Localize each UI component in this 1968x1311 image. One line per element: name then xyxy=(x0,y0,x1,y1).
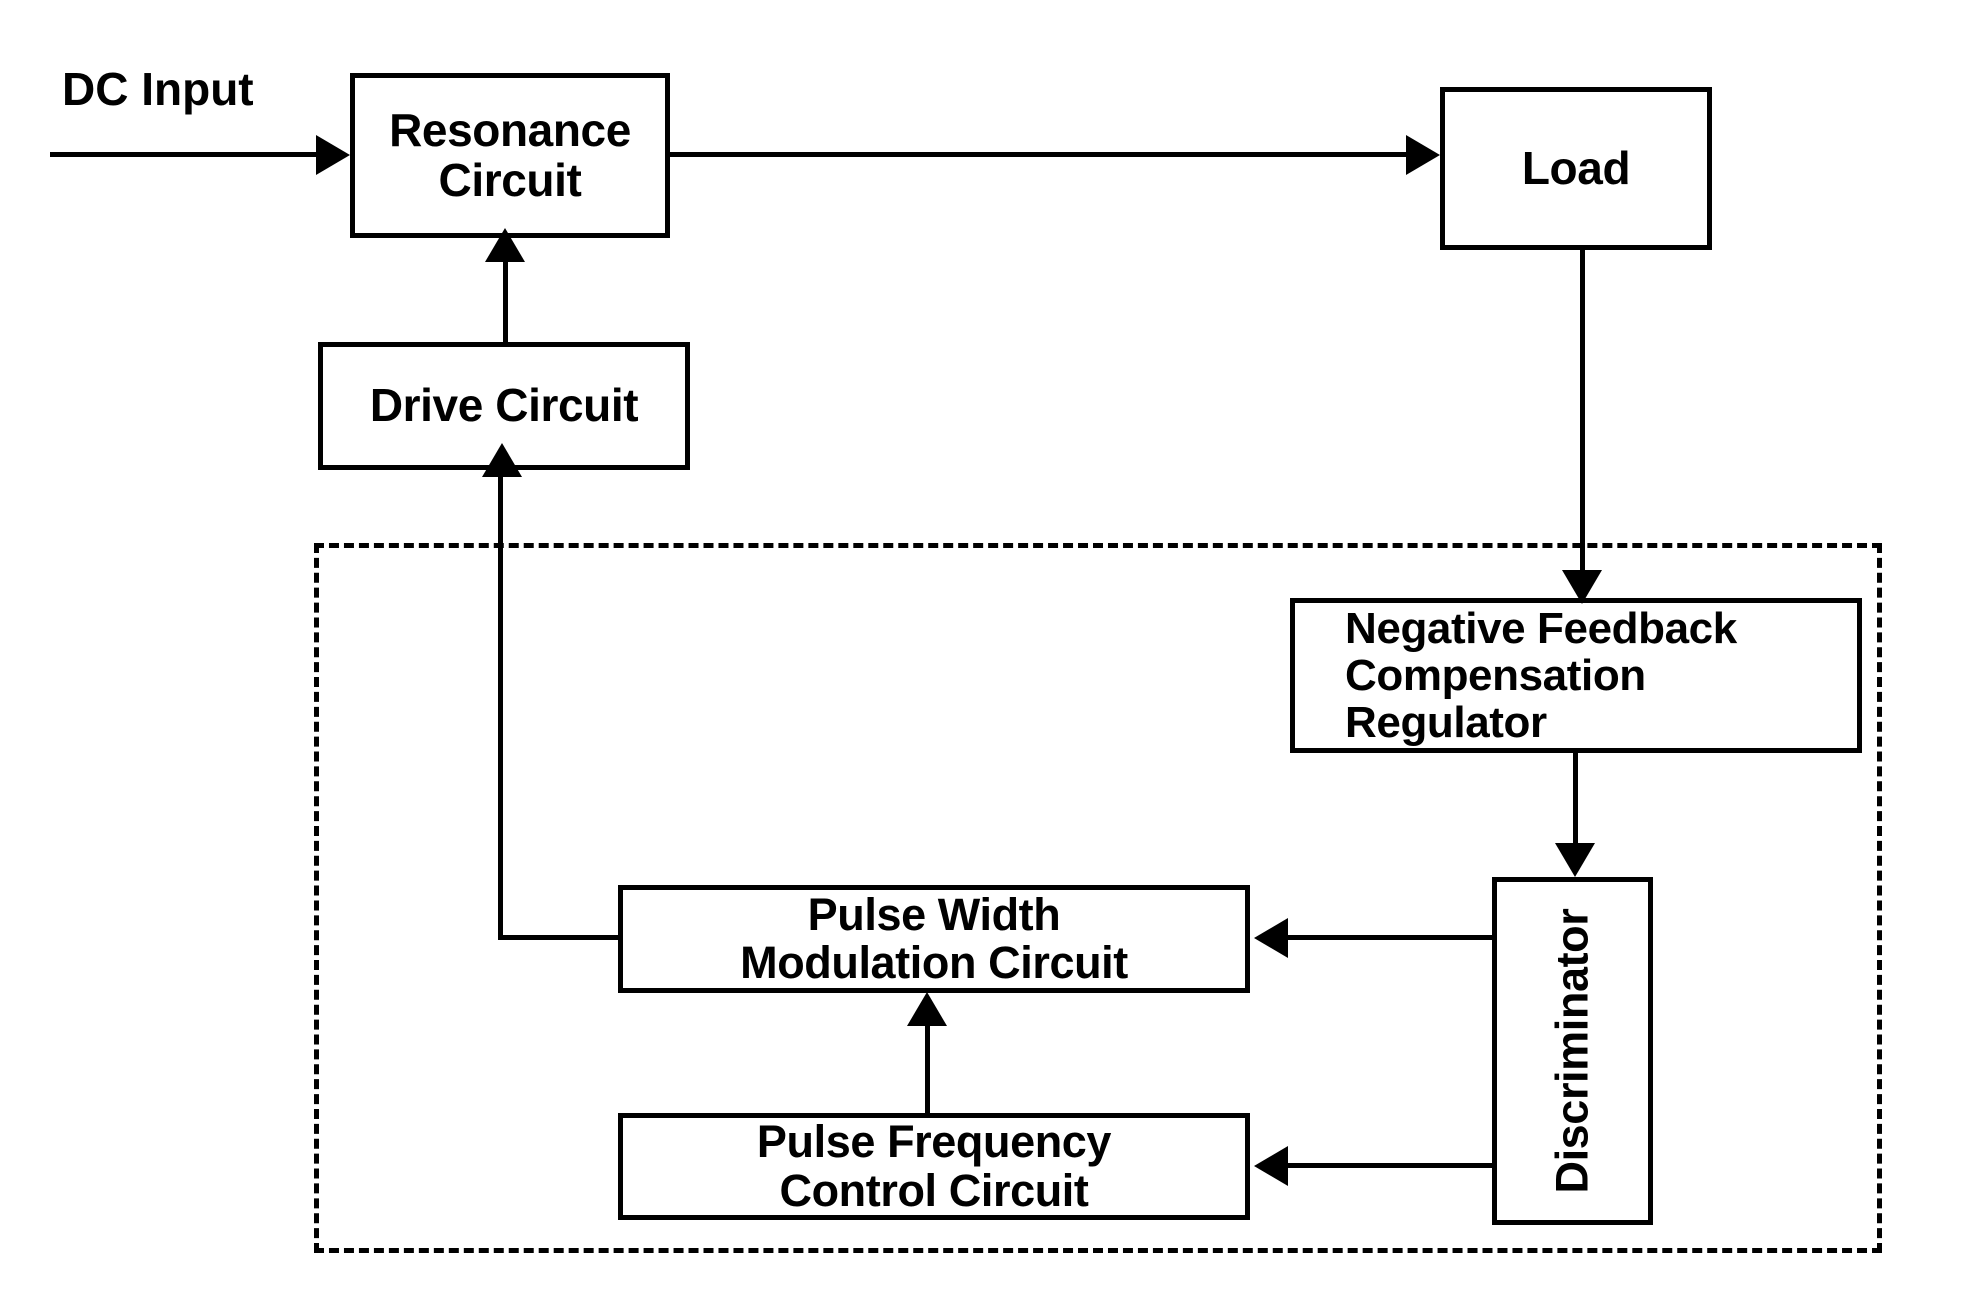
connector-resonance-to-load xyxy=(668,152,1408,157)
connector-load-to-nfb xyxy=(1580,248,1585,580)
arrowhead-pfc-to-pwm xyxy=(907,992,947,1026)
block-load[interactable]: Load xyxy=(1440,87,1712,250)
connector-drive-to-resonance xyxy=(503,256,508,346)
block-pulse-frequency-control-circuit-label: Pulse Frequency Control Circuit xyxy=(756,1116,1112,1216)
arrowhead-discriminator-to-pwm xyxy=(1254,918,1288,958)
connector-discriminator-to-pwm xyxy=(1288,935,1494,940)
connector-dc-input-to-resonance xyxy=(50,152,318,157)
block-pulse-frequency-control-circuit[interactable]: Pulse Frequency Control Circuit xyxy=(618,1113,1250,1220)
connector-pwm-to-drive-horizontal xyxy=(498,935,624,940)
arrowhead-dc-input-to-resonance xyxy=(316,135,350,175)
connector-discriminator-to-pfc xyxy=(1288,1163,1494,1168)
connector-nfb-to-discriminator xyxy=(1573,751,1578,847)
arrowhead-resonance-to-load xyxy=(1406,135,1440,175)
arrowhead-nfb-to-discriminator xyxy=(1555,843,1595,877)
block-discriminator-label: Discriminator xyxy=(1546,908,1598,1194)
arrowhead-pwm-to-drive xyxy=(482,443,522,477)
block-load-label: Load xyxy=(1521,141,1631,194)
arrowhead-discriminator-to-pfc xyxy=(1254,1146,1288,1186)
block-pulse-width-modulation-circuit[interactable]: Pulse Width Modulation Circuit xyxy=(618,885,1250,993)
connector-pfc-to-pwm xyxy=(925,1022,930,1116)
dc-input-label: DC Input xyxy=(62,63,254,115)
block-diagram-canvas: DC Input Resonance Circuit Load Drive Ci… xyxy=(0,0,1968,1311)
block-pulse-width-modulation-circuit-label: Pulse Width Modulation Circuit xyxy=(740,888,1128,988)
arrowhead-drive-to-resonance xyxy=(485,228,525,262)
block-resonance-circuit-label: Resonance Circuit xyxy=(389,104,631,206)
block-resonance-circuit[interactable]: Resonance Circuit xyxy=(350,73,670,238)
block-discriminator[interactable]: Discriminator xyxy=(1492,877,1653,1225)
block-negative-feedback-compensation-regulator[interactable]: Negative Feedback Compensation Regulator xyxy=(1290,598,1862,753)
block-drive-circuit-label: Drive Circuit xyxy=(369,379,639,432)
connector-pwm-to-drive-vertical xyxy=(498,472,503,937)
block-negative-feedback-compensation-regulator-label: Negative Feedback Compensation Regulator xyxy=(1345,603,1737,748)
arrowhead-load-to-nfb xyxy=(1562,570,1602,604)
